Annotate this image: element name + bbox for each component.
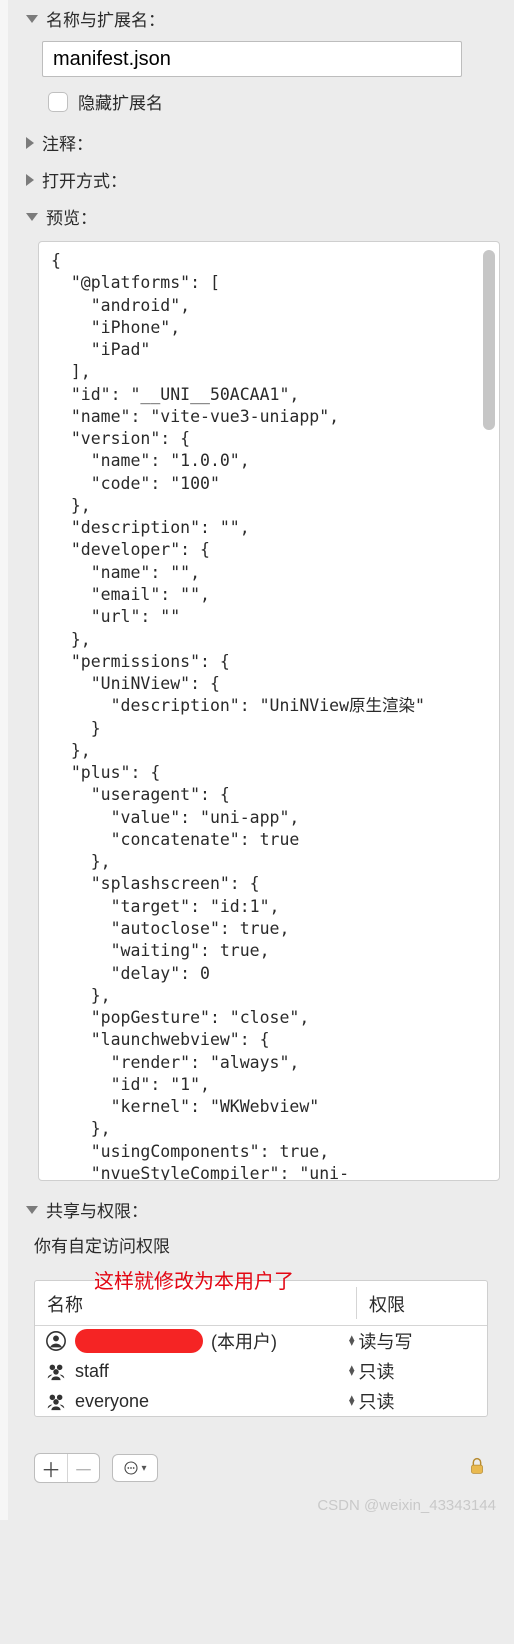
hide-extension-label: 隐藏扩展名	[78, 89, 163, 114]
action-menu-button[interactable]: ▾	[112, 1454, 158, 1482]
chevron-down-icon	[26, 15, 38, 23]
section-comments[interactable]: 注释：	[8, 124, 514, 161]
table-row[interactable]: (本用户) ▴▾ 读与写	[35, 1326, 487, 1356]
user-name: everyone	[75, 1391, 149, 1412]
stepper-icon: ▴▾	[349, 1336, 355, 1347]
preview-text: { "@platforms": [ "android", "iPhone", "…	[39, 242, 499, 1181]
permission-desc: 你有自定访问权限	[8, 1228, 514, 1261]
section-label: 名称与扩展名：	[46, 6, 165, 31]
user-icon	[45, 1330, 67, 1352]
section-label: 打开方式：	[42, 167, 127, 192]
chevron-down-icon	[26, 1206, 38, 1214]
chevron-down-icon: ▾	[141, 1463, 146, 1474]
add-remove-segment: ＋ －	[34, 1453, 100, 1483]
section-label: 注释：	[42, 130, 93, 155]
add-button[interactable]: ＋	[35, 1454, 67, 1482]
stepper-icon: ▴▾	[349, 1366, 355, 1377]
chevron-right-icon	[26, 174, 34, 186]
stepper-icon: ▴▾	[349, 1396, 355, 1407]
table-row[interactable]: everyone ▴▾ 只读	[35, 1386, 487, 1416]
lock-icon[interactable]	[466, 1455, 488, 1482]
permissions-table: 名称 权限 (本用户) ▴▾ 读与写 staff	[34, 1280, 488, 1417]
section-label: 共享与权限：	[46, 1197, 148, 1222]
redacted-username	[75, 1329, 203, 1353]
section-open-with[interactable]: 打开方式：	[8, 161, 514, 198]
filename-input[interactable]	[42, 41, 462, 77]
scrollbar-thumb[interactable]	[483, 250, 495, 430]
preview-container: { "@platforms": [ "android", "iPhone", "…	[38, 241, 500, 1181]
annotation-note: 这样就修改为本用户了	[8, 1261, 514, 1294]
watermark: CSDN @weixin_43343144	[8, 1489, 514, 1520]
section-sharing[interactable]: 共享与权限：	[8, 1191, 514, 1228]
chevron-down-icon	[26, 213, 38, 221]
ellipsis-circle-icon	[123, 1460, 139, 1476]
chevron-right-icon	[26, 137, 34, 149]
group-icon	[45, 1360, 67, 1382]
section-label: 预览：	[46, 204, 97, 229]
permission-cell[interactable]: ▴▾ 只读	[349, 1388, 479, 1414]
section-name-ext[interactable]: 名称与扩展名：	[8, 0, 514, 37]
permission-cell[interactable]: ▴▾ 读与写	[349, 1328, 479, 1354]
user-name: staff	[75, 1361, 109, 1382]
section-preview[interactable]: 预览：	[8, 198, 514, 235]
user-suffix: (本用户)	[211, 1328, 277, 1354]
remove-button[interactable]: －	[67, 1454, 99, 1482]
table-row[interactable]: staff ▴▾ 只读	[35, 1356, 487, 1386]
hide-extension-checkbox[interactable]	[48, 92, 68, 112]
group-icon	[45, 1390, 67, 1412]
permission-cell[interactable]: ▴▾ 只读	[349, 1358, 479, 1384]
